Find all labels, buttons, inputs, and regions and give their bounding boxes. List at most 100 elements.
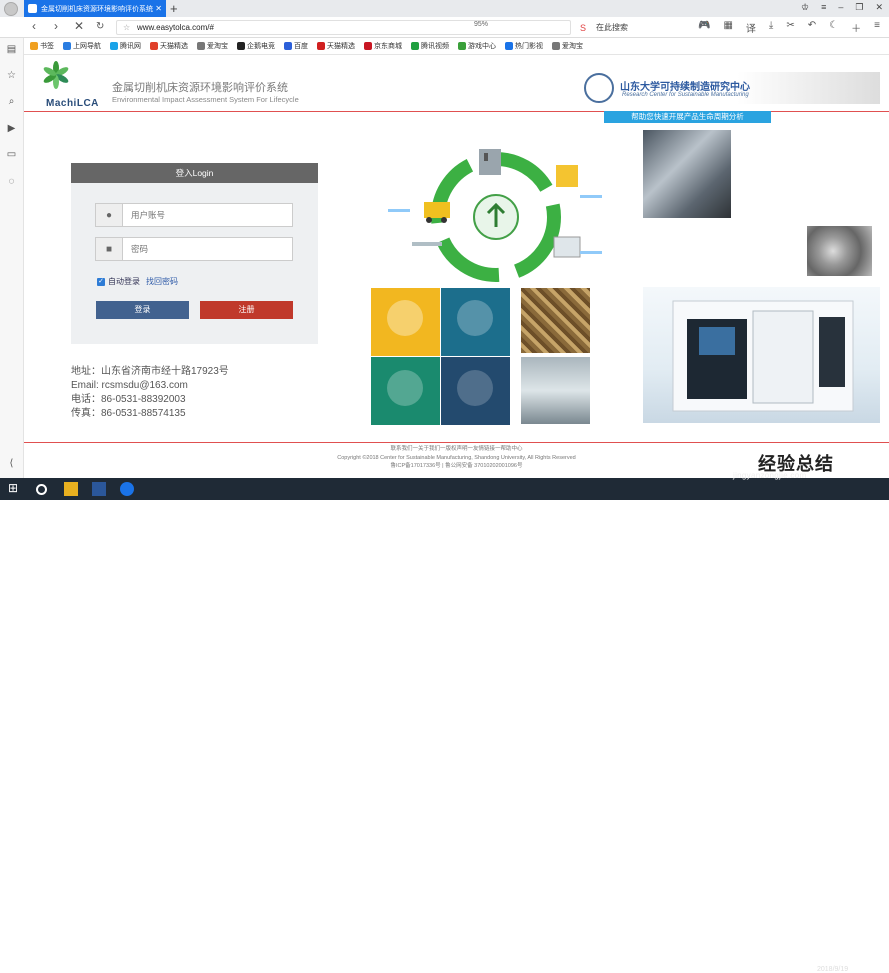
cortana-icon[interactable] (36, 484, 47, 495)
restore-icon[interactable]: ❐ (855, 2, 863, 13)
university-seal-icon (584, 73, 614, 103)
url-text: www.easytolca.com/# (137, 23, 214, 32)
bookmark-item[interactable]: 百度 (284, 41, 308, 51)
bookmark-item[interactable]: 天猫精选 (317, 41, 355, 51)
register-button[interactable]: 注册 (200, 301, 293, 319)
milling-photo (521, 357, 590, 424)
contact-phone: 电话：86-0531-88392003 (71, 394, 186, 405)
search-icon[interactable]: ⌕ (5, 96, 18, 107)
bookmark-item[interactable]: 上网导航 (63, 41, 101, 51)
bookmark-favicon-icon (505, 42, 513, 50)
system-title: 金属切削机床资源环境影响评价系统 (112, 82, 288, 94)
gears-closeup-photo (521, 288, 590, 353)
login-button[interactable]: 登录 (96, 301, 189, 319)
bookmark-item[interactable]: 爱淘宝 (552, 41, 583, 51)
bookmark-item[interactable]: 书签 (30, 41, 54, 51)
forward-arrow-icon[interactable]: › (54, 19, 58, 33)
bookmark-star-icon[interactable]: ☆ (123, 23, 130, 32)
bookmark-favicon-icon (197, 42, 205, 50)
bookmark-favicon-icon (284, 42, 292, 50)
bookmark-item[interactable]: 腾讯视频 (411, 41, 449, 51)
bookmark-favicon-icon (150, 42, 158, 50)
search-engine-icon[interactable]: S (580, 23, 586, 33)
bookmark-item[interactable]: 京东商城 (364, 41, 402, 51)
bookmark-item[interactable]: 游戏中心 (458, 41, 496, 51)
bookmark-favicon-icon (30, 42, 38, 50)
translate-button[interactable]: 译 (746, 20, 756, 35)
password-field[interactable]: ■ (95, 237, 293, 261)
chat-icon[interactable]: ◌ (5, 176, 18, 187)
bookmark-favicon-icon (411, 42, 419, 50)
bookmark-item[interactable]: 腾讯网 (110, 41, 141, 51)
gear-photo (807, 226, 872, 276)
zoom-level[interactable]: 95% (474, 21, 488, 28)
lock-icon: ■ (96, 238, 123, 260)
partner-title: 山东大学可持续制造研究中心 (620, 82, 750, 93)
watermark-url: jingyanzongjie.com (733, 471, 807, 480)
bookmark-label: 天猫精选 (160, 43, 188, 50)
auto-login-label[interactable]: 自动登录 (108, 276, 140, 287)
login-heading: 登入Login (71, 163, 318, 183)
skin-icon[interactable]: ♔ (801, 2, 809, 13)
menu-icon[interactable]: ≡ (821, 2, 826, 13)
word-icon[interactable] (92, 482, 106, 496)
recover-password-link[interactable]: 找回密码 (146, 276, 178, 287)
refresh-icon[interactable]: ↻ (96, 21, 104, 32)
bookmark-favicon-icon (552, 42, 560, 50)
page-content: MachiLCA 金属切削机床资源环境影响评价系统 Environmental … (24, 55, 889, 478)
address-bar[interactable]: ☆ www.easytolca.com/# (116, 20, 571, 35)
bookmark-label: 游戏中心 (468, 43, 496, 50)
close-window-icon[interactable]: ✕ (875, 2, 883, 13)
profile-avatar[interactable] (4, 2, 18, 16)
auto-login-checkbox[interactable]: ✓ (97, 277, 105, 286)
night-mode-icon[interactable]: ☾ (829, 20, 838, 35)
back-arrow-icon[interactable]: ‹ (32, 19, 36, 33)
bookmark-favicon-icon (364, 42, 372, 50)
doc-icon[interactable]: ▦ (723, 20, 732, 35)
game-sidebar-icon[interactable]: ▭ (5, 149, 18, 160)
scissors-icon[interactable]: ✂ (786, 20, 794, 35)
username-field[interactable]: ● (95, 203, 293, 227)
minimize-icon[interactable]: – (838, 2, 843, 13)
browser-taskbar-icon[interactable] (120, 482, 134, 496)
system-subtitle: Environmental Impact Assessment System F… (112, 95, 299, 104)
windows-start-icon[interactable]: ⊞ (8, 481, 22, 495)
navigation-bar: ‹ › ✕ ↻ ☆ www.easytolca.com/# 95% S 在此搜索… (0, 17, 889, 38)
partner-banner: 山东大学可持续制造研究中心 Research Center for Sustai… (582, 72, 880, 104)
windows-taskbar: ⊞ 2018/9/19 (0, 478, 889, 973)
video-icon[interactable]: ▶ (5, 123, 18, 134)
collapse-sidebar-icon[interactable]: ⟨ (5, 458, 18, 469)
new-tab-button[interactable]: + (170, 1, 178, 16)
browser-sidebar: ▤ ☆ ⌕ ▶ ▭ ◌ ⟨ (0, 38, 24, 478)
toolbar-icons: 🎮 ▦ 译 ⤓ ✂ ↶ ☾ ＋ ≡ (698, 20, 880, 35)
more-menu-icon[interactable]: ≡ (874, 20, 880, 35)
favorites-star-icon[interactable]: ☆ (5, 70, 18, 81)
lifecycle-diagram (388, 149, 602, 282)
bookmark-item[interactable]: 热门影视 (505, 41, 543, 51)
undo-icon[interactable]: ↶ (808, 20, 816, 35)
bookmark-item[interactable]: 企鹅电竞 (237, 41, 275, 51)
user-icon: ● (96, 204, 123, 226)
search-box[interactable]: S 在此搜索 (578, 20, 688, 35)
machilca-logo: MachiLCA (42, 61, 98, 109)
bookmark-label: 京东商城 (374, 43, 402, 50)
tab-close-icon[interactable]: ✕ (155, 4, 162, 13)
password-input[interactable] (123, 238, 292, 260)
download-icon[interactable]: ⤓ (769, 20, 773, 35)
bookmark-item[interactable]: 爱淘宝 (197, 41, 228, 51)
stop-loading-icon[interactable]: ✕ (74, 19, 84, 33)
bookmark-label: 书签 (40, 43, 54, 50)
slogan-badge: 帮助您快速开展产品生命周期分析 (604, 111, 771, 123)
tab-title: 金属切削机床资源环境影响评价系统 (41, 5, 153, 13)
bookmarks-bar: 书签 上网导航 腾讯网 天猫精选 爱淘宝 企鹅电竞 百度 天猫精选 京东商城 腾讯视频 游戏中心 热门… (0, 38, 889, 55)
bookmark-item[interactable]: 天猫精选 (150, 41, 188, 51)
bookmark-label: 百度 (294, 43, 308, 50)
username-input[interactable] (123, 204, 292, 226)
lifecycle-stage-tiles (371, 288, 510, 425)
add-icon[interactable]: ＋ (851, 20, 861, 35)
reader-icon[interactable]: ▤ (5, 44, 18, 55)
file-explorer-icon[interactable] (64, 482, 78, 496)
game-icon[interactable]: 🎮 (698, 20, 710, 35)
browser-tab-active[interactable]: 金属切削机床资源环境影响评价系统 ✕ (24, 0, 166, 17)
bookmark-favicon-icon (110, 42, 118, 50)
